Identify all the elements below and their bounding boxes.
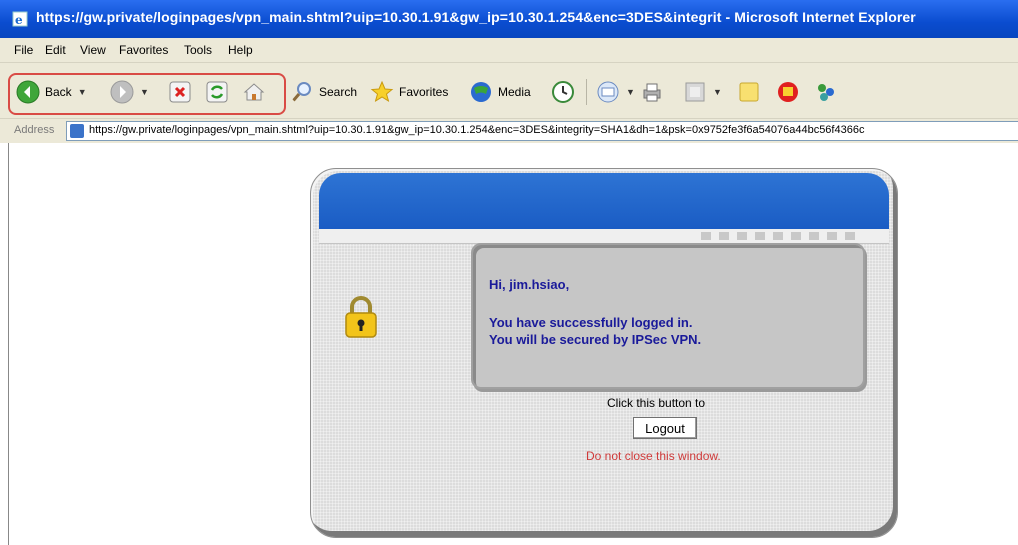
address-bar: Address https://gw.private/loginpages/vp…	[0, 118, 1018, 144]
mail-dropdown-icon[interactable]: ▼	[626, 87, 635, 97]
note-icon	[739, 82, 759, 102]
search-icon	[291, 82, 311, 102]
strip-square	[791, 232, 801, 240]
home-icon	[243, 83, 265, 101]
page-content: Hi, jim.hsiao, You have successfully log…	[0, 143, 1018, 545]
favorites-button[interactable]: Favorites	[370, 77, 448, 107]
panel-strip	[319, 229, 889, 244]
logout-button[interactable]: Logout	[633, 417, 697, 439]
strip-square	[773, 232, 783, 240]
content-border	[8, 143, 9, 545]
messenger-icon	[778, 82, 798, 102]
media-icon	[471, 82, 491, 102]
mail-icon	[597, 81, 619, 103]
menu-tools[interactable]: Tools	[184, 43, 212, 57]
menu-edit[interactable]: Edit	[45, 43, 66, 57]
greeting-text: Hi, jim.hsiao,	[489, 277, 570, 292]
media-label: Media	[498, 85, 531, 99]
strip-square	[827, 232, 837, 240]
history-icon	[552, 81, 574, 103]
media-button[interactable]: Media	[469, 77, 531, 107]
toolbar-separator	[586, 79, 587, 105]
standard-toolbar: Back ▼ ▼ Search Favorites Media ▼ ▼	[0, 62, 1018, 119]
people-icon	[818, 84, 834, 101]
back-button[interactable]: Back ▼	[16, 77, 87, 107]
search-label: Search	[319, 85, 358, 99]
logout-instruction: Click this button to	[607, 396, 706, 410]
ie-page-icon: e	[12, 11, 28, 27]
warning-text: Do not close this window.	[586, 449, 721, 463]
forward-arrow-icon	[110, 80, 134, 104]
back-arrow-icon	[16, 80, 40, 104]
strip-square	[809, 232, 819, 240]
stop-icon	[169, 81, 191, 103]
menu-help[interactable]: Help	[228, 43, 253, 57]
address-label: Address	[14, 124, 55, 136]
strip-square	[755, 232, 765, 240]
window-title: https://gw.private/loginpages/vpn_main.s…	[36, 9, 916, 25]
edit-button[interactable]: ▼	[683, 77, 722, 107]
menu-file[interactable]: File	[14, 43, 33, 57]
lock-icon	[345, 296, 377, 338]
refresh-icon	[206, 81, 228, 103]
address-input[interactable]: https://gw.private/loginpages/vpn_main.s…	[66, 121, 1018, 141]
messenger-button[interactable]	[776, 77, 800, 107]
print-icon	[643, 83, 661, 102]
edit-icon	[685, 82, 705, 102]
refresh-button[interactable]	[205, 77, 229, 107]
login-message-box: Hi, jim.hsiao, You have successfully log…	[471, 243, 865, 389]
back-label: Back	[45, 85, 72, 99]
print-button[interactable]	[640, 77, 664, 107]
menu-view[interactable]: View	[80, 43, 106, 57]
research-button[interactable]	[814, 77, 838, 107]
search-button[interactable]: Search	[290, 77, 357, 107]
menu-bar: File Edit View Favorites Tools Help	[0, 38, 1018, 62]
strip-square	[845, 232, 855, 240]
star-icon	[370, 80, 394, 103]
favorites-label: Favorites	[399, 85, 449, 99]
window-title-bar: e https://gw.private/loginpages/vpn_main…	[0, 0, 1018, 38]
mail-button[interactable]: ▼	[596, 77, 635, 107]
home-button[interactable]	[242, 77, 266, 107]
strip-square	[737, 232, 747, 240]
address-url[interactable]: https://gw.private/loginpages/vpn_main.s…	[89, 124, 864, 136]
edit-dropdown-icon[interactable]: ▼	[713, 87, 722, 97]
success-text: You have successfully logged in.	[489, 315, 693, 330]
panel-header-bar	[319, 173, 889, 229]
strip-square	[701, 232, 711, 240]
vpn-login-panel: Hi, jim.hsiao, You have successfully log…	[310, 168, 898, 538]
forward-button[interactable]: ▼	[110, 77, 149, 107]
history-button[interactable]	[551, 77, 575, 107]
stop-button[interactable]	[168, 77, 192, 107]
forward-dropdown-icon[interactable]: ▼	[140, 87, 149, 97]
secured-text: You will be secured by IPSec VPN.	[489, 332, 702, 347]
strip-square	[719, 232, 729, 240]
page-icon	[70, 124, 84, 138]
back-dropdown-icon[interactable]: ▼	[78, 87, 87, 97]
discuss-button[interactable]	[737, 77, 761, 107]
menu-favorites[interactable]: Favorites	[119, 43, 168, 57]
svg-text:e: e	[15, 13, 23, 27]
